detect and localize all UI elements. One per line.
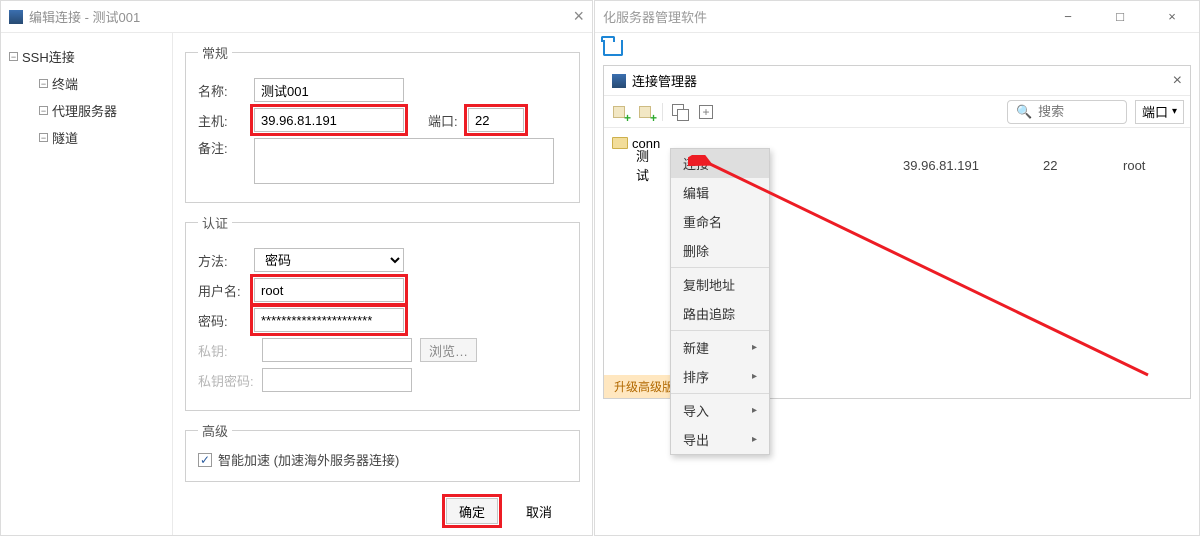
folder-icon [612, 137, 628, 149]
app-icon [9, 10, 23, 24]
tree-root-label: SSH连接 [22, 47, 75, 66]
collapse-icon: − [39, 79, 48, 88]
cancel-button[interactable]: 取消 [514, 498, 564, 524]
conn-name: 测试 [636, 146, 649, 184]
app-icon [612, 74, 626, 88]
panel-title: 连接管理器 [632, 71, 697, 90]
collapse-icon: − [39, 106, 48, 115]
new-conn-icon[interactable] [610, 103, 628, 121]
dialog-titlebar[interactable]: 编辑连接 - 测试001 × [1, 1, 592, 33]
method-label: 方法: [198, 251, 254, 270]
collapse-icon[interactable]: − [9, 52, 18, 61]
close-icon[interactable]: × [1173, 72, 1182, 90]
menu-connect[interactable]: 连接 [671, 149, 769, 178]
tree-root-ssh[interactable]: − SSH连接 [7, 43, 166, 70]
dialog-title: 编辑连接 - 测试001 [29, 7, 140, 26]
group-auth-legend: 认证 [198, 213, 232, 232]
main-titlebar[interactable]: 化服务器管理软件 − □ × [595, 1, 1199, 33]
note-label: 备注: [198, 138, 254, 157]
separator [662, 103, 663, 121]
conn-host: 39.96.81.191 [903, 158, 1043, 173]
name-input[interactable] [254, 78, 404, 102]
pwd-label: 密码: [198, 311, 254, 330]
chevron-right-icon: ▸ [752, 405, 757, 416]
search-input[interactable] [1036, 103, 1116, 120]
port-input[interactable] [468, 108, 524, 132]
host-input[interactable] [254, 108, 404, 132]
accel-checkbox-row[interactable]: ✓ 智能加速 (加速海外服务器连接) [198, 450, 567, 469]
main-title: 化服务器管理软件 [603, 7, 707, 26]
pwd-input[interactable] [254, 308, 404, 332]
user-label: 用户名: [198, 281, 254, 300]
close-icon[interactable]: × [573, 6, 584, 27]
tree-item-proxy[interactable]: − 代理服务器 [7, 97, 166, 124]
menu-edit[interactable]: 编辑 [671, 178, 769, 207]
maximize-icon[interactable]: □ [1101, 9, 1139, 24]
conn-port: 22 [1043, 158, 1123, 173]
chevron-down-icon: ▾ [1172, 106, 1177, 117]
port-btn-label: 端口 [1142, 102, 1168, 121]
key-label: 私钥: [198, 341, 262, 360]
search-icon: 🔍 [1016, 104, 1032, 120]
edit-connection-dialog: 编辑连接 - 测试001 × − SSH连接 − 终端 − 代理服务器 − 隧道 [0, 0, 593, 536]
conn-user: root [1123, 158, 1200, 173]
minimize-icon[interactable]: − [1049, 9, 1087, 24]
open-folder-bar[interactable] [595, 33, 1199, 63]
method-select[interactable]: 密码 [254, 248, 404, 272]
key-input [262, 338, 412, 362]
group-advanced-legend: 高级 [198, 421, 232, 440]
user-input[interactable] [254, 278, 404, 302]
group-auth: 认证 方法: 密码 用户名: 密码: 私钥: [185, 213, 580, 411]
keypass-input [262, 368, 412, 392]
expand-icon[interactable] [697, 103, 715, 121]
tree-item-label: 代理服务器 [52, 101, 117, 120]
port-label: 端口: [428, 111, 468, 130]
tree-item-label: 隧道 [52, 128, 78, 147]
name-label: 名称: [198, 81, 254, 100]
tree-item-label: 终端 [52, 74, 78, 93]
chevron-right-icon: ▸ [752, 434, 757, 445]
menu-copy-addr[interactable]: 复制地址 [671, 270, 769, 299]
ok-button[interactable]: 确定 [446, 498, 498, 524]
menu-trace[interactable]: 路由追踪 [671, 299, 769, 328]
group-general-legend: 常规 [198, 43, 232, 62]
tree-item-tunnel[interactable]: − 隧道 [7, 124, 166, 151]
form-area: 常规 名称: 主机: 端口: 备注: 认证 [173, 33, 592, 535]
menu-sort[interactable]: 排序▸ [671, 362, 769, 391]
note-input[interactable] [254, 138, 554, 184]
chevron-right-icon: ▸ [752, 371, 757, 382]
close-icon[interactable]: × [1153, 9, 1191, 24]
settings-tree: − SSH连接 − 终端 − 代理服务器 − 隧道 [1, 33, 173, 535]
keypass-label: 私钥密码: [198, 371, 262, 390]
group-advanced: 高级 ✓ 智能加速 (加速海外服务器连接) [185, 421, 580, 482]
accel-label: 智能加速 (加速海外服务器连接) [218, 450, 399, 469]
menu-new[interactable]: 新建▸ [671, 333, 769, 362]
browse-button: 浏览… [420, 338, 477, 362]
collapse-icon: − [39, 133, 48, 142]
search-box[interactable]: 🔍 [1007, 100, 1127, 124]
duplicate-icon[interactable] [671, 103, 689, 121]
panel-toolbar: 🔍 端口 ▾ [604, 96, 1190, 128]
host-label: 主机: [198, 111, 254, 130]
context-menu: 连接 编辑 重命名 删除 复制地址 路由追踪 新建▸ 排序▸ 导入▸ 导出▸ [670, 148, 770, 455]
panel-titlebar[interactable]: 连接管理器 × [604, 66, 1190, 96]
open-folder-icon[interactable] [603, 40, 623, 56]
checkbox-checked-icon[interactable]: ✓ [198, 453, 212, 467]
port-dropdown[interactable]: 端口 ▾ [1135, 100, 1184, 124]
group-general: 常规 名称: 主机: 端口: 备注: [185, 43, 580, 203]
tree-item-terminal[interactable]: − 终端 [7, 70, 166, 97]
menu-delete[interactable]: 删除 [671, 236, 769, 265]
menu-import[interactable]: 导入▸ [671, 396, 769, 425]
menu-rename[interactable]: 重命名 [671, 207, 769, 236]
menu-export[interactable]: 导出▸ [671, 425, 769, 454]
new-folder-icon[interactable] [636, 103, 654, 121]
chevron-right-icon: ▸ [752, 342, 757, 353]
